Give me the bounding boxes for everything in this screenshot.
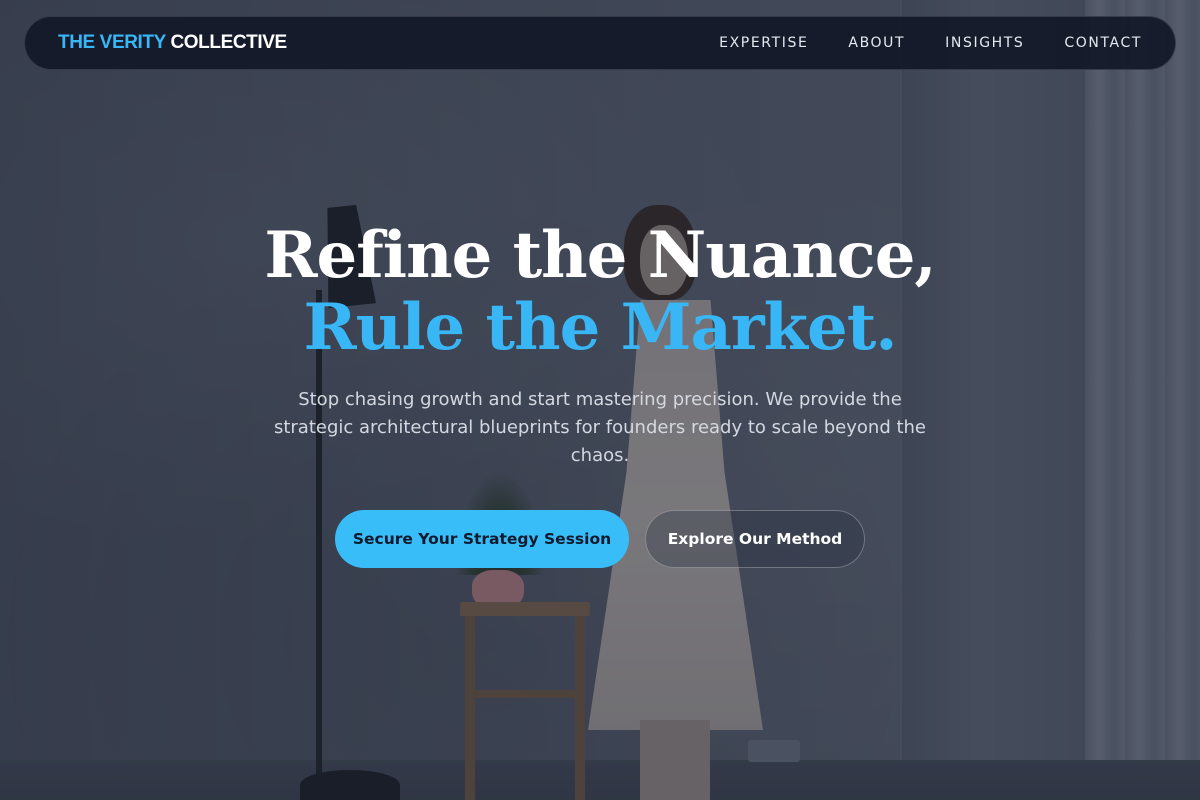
nav-link-contact[interactable]: CONTACT [1064, 35, 1142, 51]
secure-strategy-session-button[interactable]: Secure Your Strategy Session [335, 510, 629, 568]
brand-logo[interactable]: THE VERITY COLLECTIVE [58, 32, 287, 54]
brand-name-rest: COLLECTIVE [170, 32, 287, 53]
hero-cta-group: Secure Your Strategy Session Explore Our… [0, 510, 1200, 568]
hero-headline: Refine the Nuance, Rule the Market. [0, 220, 1200, 364]
brand-name-accent: THE VERITY [58, 32, 166, 53]
navbar: THE VERITY COLLECTIVE EXPERTISE ABOUT IN… [24, 16, 1176, 70]
hero-section: Refine the Nuance, Rule the Market. Stop… [0, 220, 1200, 568]
nav-links: EXPERTISE ABOUT INSIGHTS CONTACT [719, 34, 1142, 52]
explore-method-button[interactable]: Explore Our Method [645, 510, 865, 568]
hero-headline-line2: Rule the Market. [303, 290, 897, 365]
hero-subtext: Stop chasing growth and start mastering … [273, 389, 927, 466]
nav-link-expertise[interactable]: EXPERTISE [719, 35, 808, 51]
nav-link-insights[interactable]: INSIGHTS [945, 35, 1024, 51]
hero-headline-line1: Refine the Nuance, [264, 218, 936, 293]
nav-link-about[interactable]: ABOUT [848, 35, 905, 51]
